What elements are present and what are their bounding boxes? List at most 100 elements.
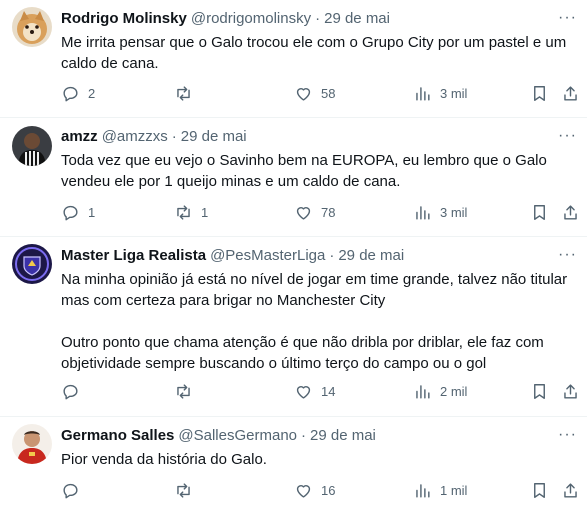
- views-count: 3 mil: [440, 85, 468, 101]
- tweet[interactable]: Rodrigo Molinsky @rodrigomolinsky · 29 d…: [0, 0, 587, 118]
- action-bar: 16 1 mil: [61, 479, 579, 501]
- more-options-icon[interactable]: ···: [558, 10, 577, 26]
- reply-count: 1: [88, 204, 96, 220]
- bookmark-icon: [534, 383, 545, 399]
- heart-icon: [296, 206, 311, 220]
- dog-avatar-icon: [12, 7, 52, 47]
- retweet-button[interactable]: [174, 479, 201, 501]
- tweet-text: Pior venda da história do Galo.: [61, 449, 571, 470]
- bookmark-button[interactable]: [530, 201, 549, 223]
- separator-dot: ·: [315, 10, 321, 27]
- views-count: 3 mil: [440, 204, 468, 220]
- avatar[interactable]: [12, 7, 52, 47]
- views-chart-icon: [416, 483, 430, 498]
- tweet-text: Me irrita pensar que o Galo trocou ele c…: [61, 32, 571, 74]
- author-handle[interactable]: @PesMasterLiga: [210, 246, 325, 266]
- bookmark-button[interactable]: [530, 479, 549, 501]
- like-button[interactable]: 16: [294, 479, 335, 501]
- avatar[interactable]: [12, 244, 52, 284]
- like-count: 78: [321, 204, 336, 220]
- heart-icon: [296, 385, 311, 399]
- separator-dot: ·: [301, 427, 306, 444]
- retweet-icon: [177, 85, 190, 101]
- avatar[interactable]: [12, 424, 52, 464]
- tweet-paragraph: Toda vez que eu vejo o Savinho bem na EU…: [61, 152, 547, 190]
- bookmark-icon: [534, 85, 545, 101]
- share-icon: [564, 482, 577, 498]
- reply-icon: [63, 205, 78, 220]
- author-handle[interactable]: @rodrigomolinsky: [191, 9, 311, 29]
- more-options-icon[interactable]: ···: [558, 247, 577, 263]
- heart-icon: [296, 87, 311, 101]
- retweet-button[interactable]: [174, 82, 201, 104]
- tweet-date[interactable]: 29 de mai: [310, 426, 376, 446]
- like-button[interactable]: 58: [294, 82, 335, 104]
- bookmark-button[interactable]: [530, 380, 549, 402]
- share-button[interactable]: [561, 82, 580, 104]
- tweet[interactable]: amzz @amzzxs · 29 de mai ··· Toda vez qu…: [0, 118, 587, 237]
- action-bar: 1 1 78 3 mil: [61, 201, 579, 223]
- reply-button[interactable]: 1: [61, 201, 95, 223]
- reply-button[interactable]: 2: [61, 82, 95, 104]
- share-button[interactable]: [561, 479, 580, 501]
- like-count: 16: [321, 482, 336, 498]
- tweet-header: Master Liga Realista @PesMasterLiga · 29…: [61, 246, 587, 266]
- action-bar: 2 58 3 mil: [61, 82, 579, 104]
- heart-icon: [296, 484, 311, 498]
- bookmark-button[interactable]: [530, 82, 549, 104]
- reply-icon: [63, 384, 78, 399]
- tweet-header: Germano Salles @SallesGermano · 29 de ma…: [61, 426, 587, 446]
- tweet[interactable]: Master Liga Realista @PesMasterLiga · 29…: [0, 237, 587, 417]
- views-chart-icon: [416, 86, 430, 101]
- views-count: 2 mil: [440, 383, 468, 399]
- author-handle[interactable]: @SallesGermano: [178, 426, 297, 446]
- separator-dot: ·: [171, 128, 177, 145]
- tweet-header: Rodrigo Molinsky @rodrigomolinsky · 29 d…: [61, 9, 587, 29]
- tweet-date[interactable]: 29 de mai: [338, 246, 404, 266]
- tweet-date[interactable]: 29 de mai: [181, 127, 247, 147]
- views-button[interactable]: 3 mil: [413, 82, 467, 104]
- avatar[interactable]: [12, 126, 52, 166]
- retweet-button[interactable]: [174, 380, 201, 402]
- like-count: 14: [321, 383, 336, 399]
- retweet-icon: [177, 482, 190, 498]
- author-handle[interactable]: @amzzxs: [102, 127, 168, 147]
- author-name[interactable]: amzz: [61, 127, 98, 147]
- like-count: 58: [321, 85, 336, 101]
- views-button[interactable]: 1 mil: [413, 479, 467, 501]
- reply-icon: [63, 483, 78, 498]
- share-icon: [564, 204, 577, 220]
- reply-icon: [63, 86, 78, 101]
- views-button[interactable]: 2 mil: [413, 380, 467, 402]
- tweet[interactable]: Germano Salles @SallesGermano · 29 de ma…: [0, 417, 587, 513]
- player-avatar-icon: [12, 126, 52, 166]
- retweet-icon: [177, 383, 190, 399]
- reply-button[interactable]: [61, 479, 88, 501]
- tweet-paragraph: Na minha opinião já está no nível de jog…: [61, 271, 568, 309]
- reply-button[interactable]: [61, 380, 88, 402]
- more-options-icon[interactable]: ···: [558, 128, 577, 144]
- more-options-icon[interactable]: ···: [558, 427, 577, 443]
- author-name[interactable]: Germano Salles: [61, 426, 174, 446]
- tweet-paragraph: Me irrita pensar que o Galo trocou ele c…: [61, 34, 567, 72]
- author-name[interactable]: Rodrigo Molinsky: [61, 9, 187, 29]
- share-button[interactable]: [561, 380, 580, 402]
- bookmark-icon: [534, 204, 545, 220]
- tweet-date[interactable]: 29 de mai: [324, 9, 390, 29]
- tweet-text: Toda vez que eu vejo o Savinho bem na EU…: [61, 150, 571, 192]
- share-icon: [564, 85, 577, 101]
- views-chart-icon: [416, 384, 430, 399]
- league-logo-avatar-icon: [12, 244, 52, 284]
- author-name[interactable]: Master Liga Realista: [61, 246, 206, 266]
- tweet-header: amzz @amzzxs · 29 de mai: [61, 127, 587, 147]
- like-button[interactable]: 78: [294, 201, 335, 223]
- reply-count: 2: [88, 85, 96, 101]
- retweet-icon: [177, 204, 190, 220]
- tweet-feed: Rodrigo Molinsky @rodrigomolinsky · 29 d…: [0, 0, 587, 513]
- views-button[interactable]: 3 mil: [413, 201, 467, 223]
- bookmark-icon: [534, 482, 545, 498]
- like-button[interactable]: 14: [294, 380, 335, 402]
- retweet-button[interactable]: 1: [174, 201, 208, 223]
- share-button[interactable]: [561, 201, 580, 223]
- tweet-paragraph: Pior venda da história do Galo.: [61, 451, 267, 468]
